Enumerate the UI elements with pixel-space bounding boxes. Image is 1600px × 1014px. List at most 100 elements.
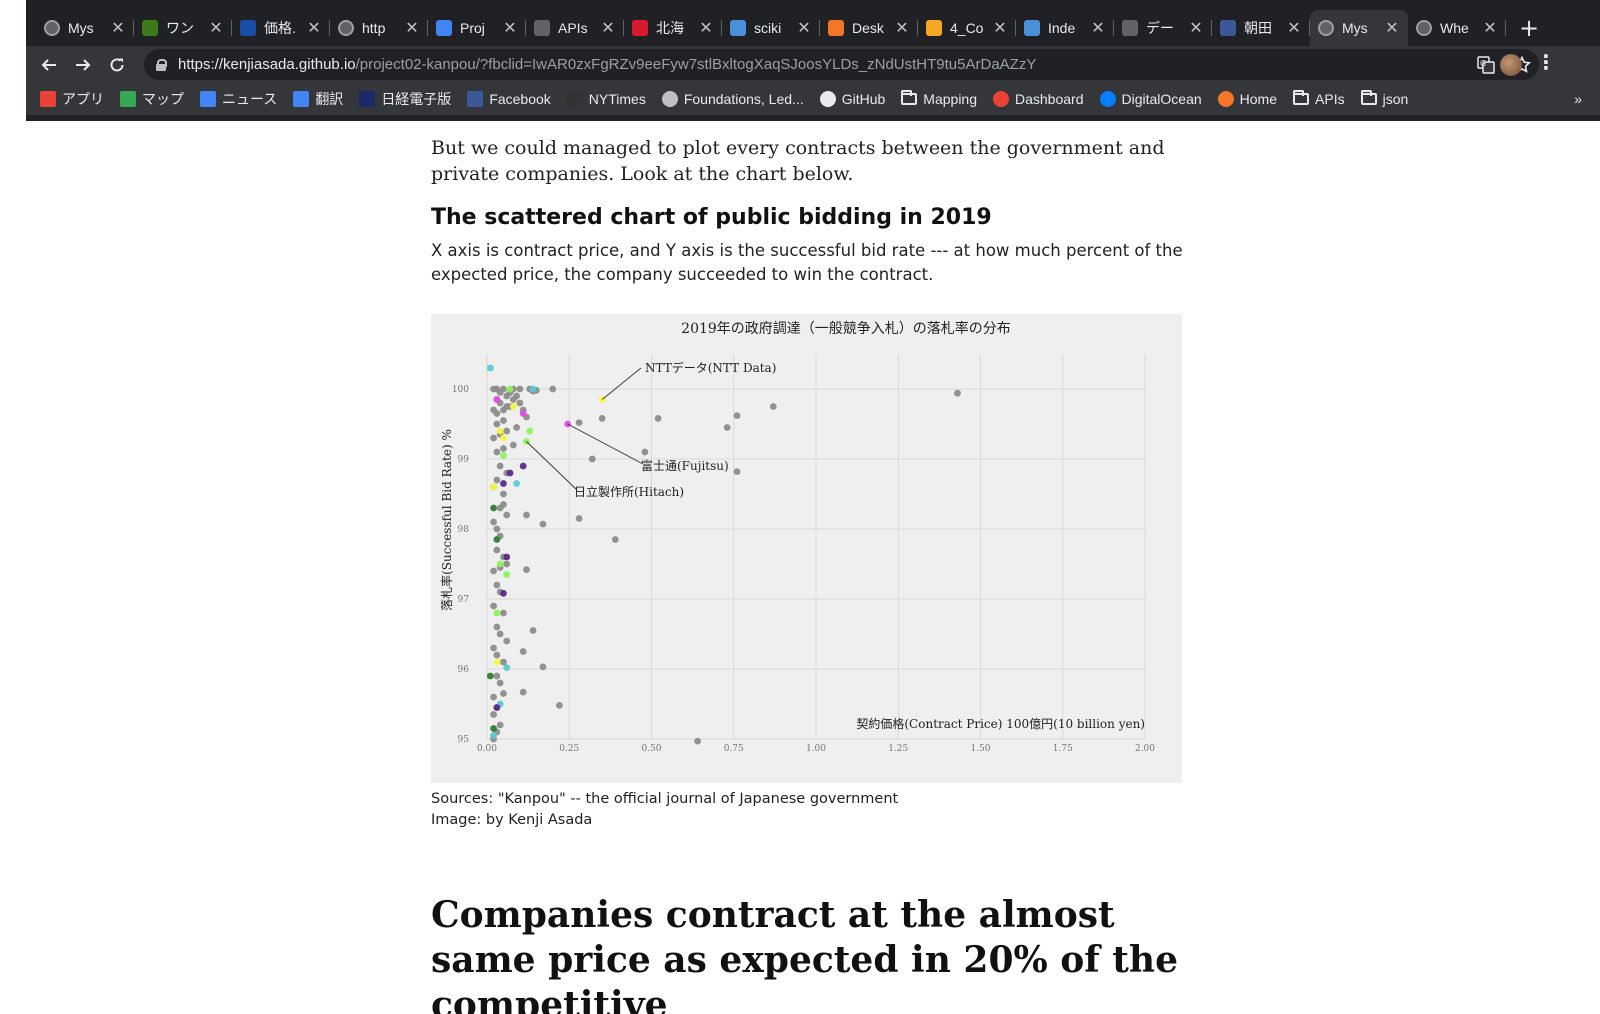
close-tab-icon[interactable]: ✕ — [894, 18, 910, 38]
close-tab-icon[interactable]: ✕ — [1482, 18, 1498, 38]
nikkei-icon — [359, 91, 376, 107]
data-point — [490, 602, 497, 610]
browser-tab[interactable]: 朝田 ✕ — [1212, 10, 1310, 46]
globe-icon — [1416, 20, 1432, 36]
close-tab-icon[interactable]: ✕ — [1384, 18, 1400, 38]
folder-icon — [1293, 90, 1310, 105]
new-tab-button[interactable]: + — [1512, 10, 1546, 46]
data-point — [519, 648, 527, 655]
bookmark-label: Dashboard — [1015, 91, 1084, 107]
scatter-chart-figure: 0.00 0.25 0.50 0.75 1.00 1.25 1.50 1.75 2.00 95 96… — [431, 314, 1182, 783]
data-point — [513, 480, 521, 487]
bookmark-item[interactable]: DigitalOcean — [1099, 91, 1202, 107]
tab-title: APIs — [558, 20, 588, 36]
bookmark-item[interactable]: ニュース — [200, 89, 277, 109]
data-point — [500, 480, 507, 487]
chart-heading: The scattered chart of public bidding in… — [431, 205, 992, 230]
data-point — [500, 609, 507, 617]
tab-title: Mys — [68, 20, 94, 36]
close-tab-icon[interactable]: ✕ — [502, 18, 518, 38]
x-tick-label: 0.75 — [724, 744, 744, 754]
close-tab-icon[interactable]: ✕ — [1090, 18, 1106, 38]
browser-tab[interactable]: Inde ✕ — [1016, 10, 1114, 46]
tab-title: 価格. — [264, 20, 296, 36]
close-tab-icon[interactable]: ✕ — [992, 18, 1008, 38]
browser-tab[interactable]: Proj ✕ — [428, 10, 526, 46]
bookmark-item[interactable]: 日経電子版 — [359, 89, 451, 109]
data-point — [733, 412, 741, 419]
data-point — [506, 469, 514, 477]
bookmark-label: NYTimes — [588, 91, 646, 107]
bookmark-item[interactable]: json — [1360, 90, 1408, 107]
browser-tab[interactable]: 北海 ✕ — [624, 10, 722, 46]
close-tab-icon[interactable]: ✕ — [600, 18, 616, 38]
m-logo-icon — [632, 20, 648, 36]
close-tab-icon[interactable]: ✕ — [110, 18, 126, 38]
close-tab-icon[interactable]: ✕ — [404, 18, 420, 38]
data-point — [513, 424, 521, 431]
data-point — [493, 546, 501, 554]
bookmark-item[interactable]: NYTimes — [566, 91, 646, 107]
browser-tab[interactable]: 価格. ✕ — [232, 10, 330, 46]
y-tick-label: 100 — [452, 385, 469, 395]
data-point — [555, 702, 563, 709]
reload-button[interactable] — [100, 48, 134, 82]
browser-tab[interactable]: デー ✕ — [1114, 10, 1212, 46]
close-tab-icon[interactable]: ✕ — [1286, 18, 1302, 38]
close-tab-icon[interactable]: ✕ — [698, 18, 714, 38]
x-tick-label: 0.25 — [559, 744, 579, 754]
close-tab-icon[interactable]: ✕ — [208, 18, 224, 38]
bookmark-label: APIs — [1315, 91, 1345, 107]
bookmark-item[interactable]: Facebook — [467, 91, 551, 107]
data-point — [493, 420, 501, 428]
data-point — [496, 630, 504, 638]
forward-button[interactable] — [66, 48, 100, 82]
tab-title: http — [362, 20, 386, 36]
url-host: https://kenjiasada.github.io — [178, 56, 356, 73]
data-point — [500, 417, 507, 424]
bookmark-item[interactable]: Foundations, Led... — [661, 91, 804, 107]
chart-icon — [1024, 20, 1040, 36]
data-point — [493, 448, 501, 456]
browser-menu-button[interactable]: ⋮ — [1536, 50, 1556, 74]
translate-icon[interactable]: G — [1477, 55, 1495, 74]
y-tick-label: 96 — [458, 665, 470, 675]
data-point — [496, 427, 504, 435]
bookmark-item[interactable]: マップ — [120, 89, 184, 109]
bookmark-item[interactable]: Dashboard — [993, 91, 1084, 107]
address-bar[interactable]: https://kenjiasada.github.io/project02-k… — [144, 49, 1539, 80]
annotation-label: 日立製作所(Hitach) — [574, 484, 684, 499]
browser-tab[interactable]: Whe ✕ — [1408, 10, 1506, 46]
bookmark-item[interactable]: 翻訳 — [293, 89, 343, 109]
bookmark-item[interactable]: アプリ — [40, 89, 104, 109]
bookmarks-more-button[interactable]: » — [1574, 91, 1582, 107]
browser-tab[interactable]: Mys ✕ — [1310, 10, 1408, 46]
close-tab-icon[interactable]: ✕ — [1188, 18, 1204, 38]
browser-tab[interactable]: Mys ✕ — [36, 10, 134, 46]
data-point — [564, 420, 572, 428]
browser-tab[interactable]: 4_Co ✕ — [918, 10, 1016, 46]
apps-grid-icon — [40, 91, 56, 107]
browser-tab[interactable]: http ✕ — [330, 10, 428, 46]
data-point — [519, 462, 527, 470]
profile-avatar[interactable] — [1500, 54, 1522, 76]
browser-tab[interactable]: ワン ✕ — [134, 10, 232, 46]
bookmark-item[interactable]: Home — [1217, 91, 1277, 107]
close-tab-icon[interactable]: ✕ — [796, 18, 812, 38]
back-button[interactable] — [32, 48, 66, 82]
data-point — [490, 711, 497, 718]
bookmark-item[interactable]: GitHub — [819, 91, 885, 107]
reload-icon — [110, 57, 124, 71]
bookmark-label: Mapping — [923, 91, 977, 107]
bookmark-item[interactable]: Mapping — [901, 90, 977, 107]
browser-tab[interactable]: sciki ✕ — [722, 10, 820, 46]
data-point — [654, 415, 662, 422]
bookmark-item[interactable]: APIs — [1293, 90, 1345, 107]
credit-source: Sources: "Kanpou" -- the official journa… — [431, 791, 899, 807]
chart-credits: Sources: "Kanpou" -- the official journa… — [431, 789, 898, 831]
browser-tab[interactable]: APIs ✕ — [526, 10, 624, 46]
y-tick-label: 97 — [458, 595, 470, 605]
close-tab-icon[interactable]: ✕ — [306, 18, 322, 38]
y-tick-label: 99 — [458, 455, 470, 465]
browser-tab[interactable]: Desk ✕ — [820, 10, 918, 46]
